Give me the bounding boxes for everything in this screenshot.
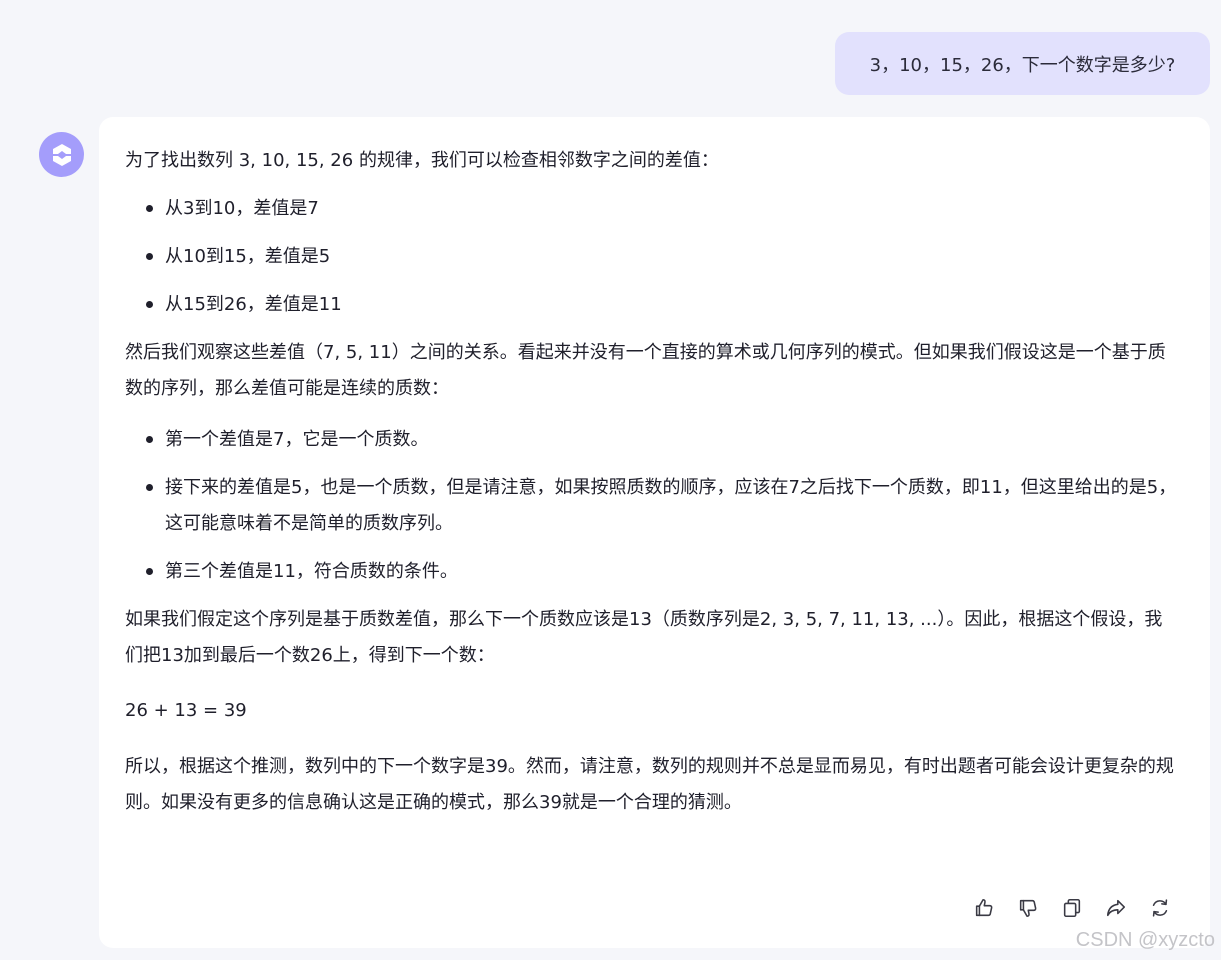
watermark: CSDN @xyzcto (1075, 929, 1215, 951)
answer-conclusion: 所以，根据这个推测，数列中的下一个数字是39。然而，请注意，数列的规则并不总是显… (125, 756, 1174, 813)
regenerate-icon (1152, 899, 1168, 917)
thumbs-down-button[interactable] (1015, 895, 1041, 921)
list-item: 接下来的差值是5，也是一个质数，但是请注意，如果按照质数的顺序，应该在7之后找下… (125, 470, 1180, 542)
assistant-avatar (39, 132, 84, 177)
chat-page: 3，10，15，26，下一个数字是多少? 为了找出数列 3, 10, 15, 2… (0, 0, 1221, 960)
difference-list: 从3到10，差值是7 从10到15，差值是5 从15到26，差值是11 (125, 191, 1180, 323)
thumbs-down-icon (1019, 899, 1037, 918)
copy-icon (1063, 898, 1081, 918)
list-item: 第一个差值是7，它是一个质数。 (125, 422, 1180, 458)
answer-intro: 为了找出数列 3, 10, 15, 26 的规律，我们可以检查相邻数字之间的差值… (125, 150, 719, 171)
answer-equation: 26 + 13 = 39 (125, 700, 247, 721)
list-item: 第三个差值是11，符合质数的条件。 (125, 554, 1180, 590)
message-toolbar (971, 895, 1173, 921)
list-item: 从15到26，差值是11 (125, 287, 1180, 323)
answer-paragraph: 如果我们假定这个序列是基于质数差值，那么下一个质数应该是13（质数序列是2, 3… (125, 609, 1163, 666)
thumbs-up-icon (975, 898, 993, 917)
share-icon (1106, 899, 1126, 917)
answer-paragraph: 然后我们观察这些差值（7, 5, 11）之间的关系。看起来并没有一个直接的算术或… (125, 342, 1166, 399)
assistant-answer: 为了找出数列 3, 10, 15, 26 的规律，我们可以检查相邻数字之间的差值… (125, 143, 1180, 821)
regenerate-button[interactable] (1147, 895, 1173, 921)
thumbs-up-button[interactable] (971, 895, 997, 921)
copy-button[interactable] (1059, 895, 1085, 921)
list-item: 从10到15，差值是5 (125, 239, 1180, 275)
assistant-logo-icon (52, 143, 71, 166)
user-message-bubble: 3，10，15，26，下一个数字是多少? (835, 32, 1210, 95)
user-message-text: 3，10，15，26，下一个数字是多少? (869, 54, 1176, 76)
prime-analysis-list: 第一个差值是7，它是一个质数。 接下来的差值是5，也是一个质数，但是请注意，如果… (125, 422, 1180, 590)
share-button[interactable] (1103, 895, 1129, 921)
list-item: 从3到10，差值是7 (125, 191, 1180, 227)
assistant-message-card: 为了找出数列 3, 10, 15, 26 的规律，我们可以检查相邻数字之间的差值… (99, 117, 1210, 948)
